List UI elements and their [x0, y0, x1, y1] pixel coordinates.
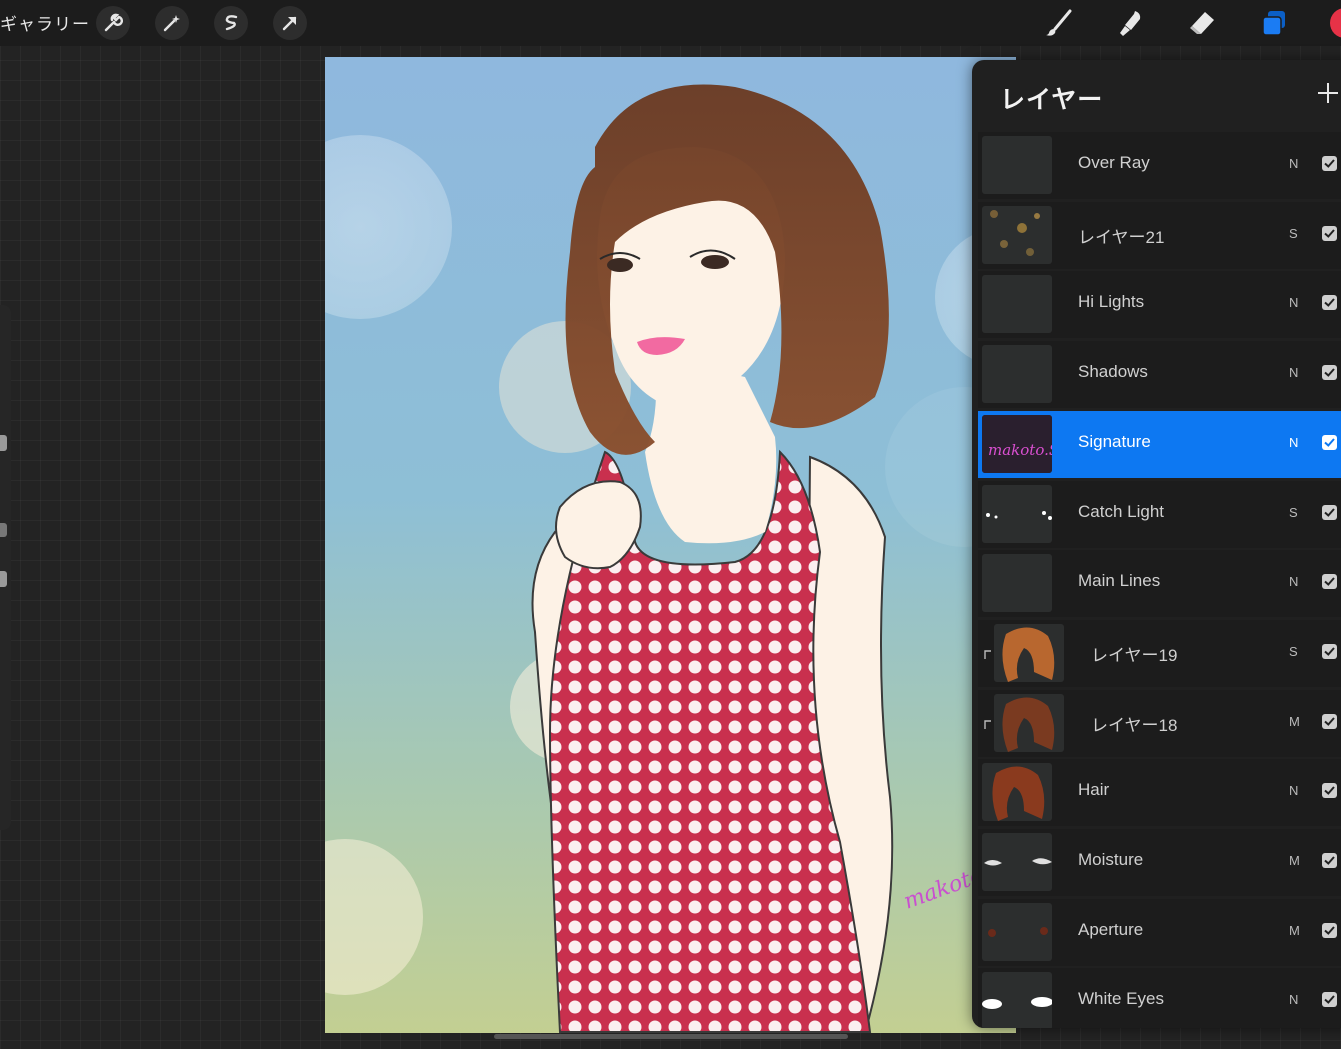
layers-panel: レイヤー Over Ray N レイヤー21 S Hi Lights N Shadows Nm…	[972, 60, 1341, 1028]
top-toolbar: ギャラリー	[0, 0, 1341, 46]
visibility-checkbox[interactable]	[1322, 225, 1337, 241]
layer-thumbnail[interactable]	[982, 833, 1052, 891]
layer-thumbnail[interactable]	[982, 902, 1052, 961]
layer-thumbnail[interactable]	[982, 763, 1052, 822]
layer-name: Shadows	[1078, 362, 1148, 382]
blend-mode-button[interactable]: N	[1289, 574, 1298, 589]
visibility-checkbox[interactable]	[1322, 295, 1337, 311]
color-picker-button[interactable]	[1330, 8, 1341, 38]
clip-mask-icon	[983, 645, 992, 659]
layer-thumbnail[interactable]	[994, 623, 1064, 682]
layer-thumbnail[interactable]: makoto.S	[982, 414, 1052, 473]
layer-name: Over Ray	[1078, 153, 1150, 172]
wrench-icon[interactable]	[96, 6, 130, 40]
layer-thumbnail[interactable]	[982, 275, 1052, 334]
eraser-icon[interactable]	[1184, 6, 1220, 40]
blend-mode-button[interactable]: S	[1289, 226, 1298, 241]
artwork-illustration: makoto	[325, 57, 1016, 1033]
gallery-button[interactable]: ギャラリー	[0, 10, 90, 35]
layer-row[interactable]: Main Lines N	[978, 550, 1341, 618]
visibility-checkbox[interactable]	[1322, 783, 1337, 799]
brush-size-slider[interactable]	[0, 305, 11, 830]
visibility-checkbox[interactable]	[1322, 922, 1337, 938]
layer-row[interactable]: Hi Lights N	[978, 271, 1341, 339]
layers-panel-title: レイヤー	[1000, 85, 1104, 114]
blend-mode-button[interactable]: N	[1289, 295, 1298, 310]
layer-row[interactable]: makoto.S Signature N	[978, 410, 1341, 478]
layer-name: Moisture	[1078, 850, 1144, 869]
magic-wand-icon[interactable]	[155, 6, 189, 40]
layer-name: Main Lines	[1078, 571, 1161, 591]
layer-row[interactable]: Moisture M	[978, 829, 1341, 896]
layer-row[interactable]: Catch Light S	[978, 480, 1341, 548]
blend-mode-button[interactable]: M	[1289, 853, 1300, 868]
drawing-canvas[interactable]: makoto	[325, 57, 1016, 1033]
visibility-checkbox[interactable]	[1322, 156, 1337, 171]
blend-mode-button[interactable]: S	[1289, 505, 1298, 520]
layer-name: レイヤー21	[1078, 227, 1165, 247]
blend-mode-button[interactable]: S	[1289, 644, 1298, 659]
layer-thumbnail[interactable]	[982, 136, 1052, 194]
brush-size-knob[interactable]	[0, 435, 7, 451]
layer-thumbnail[interactable]	[982, 205, 1052, 264]
layer-row[interactable]: レイヤー18 M	[978, 689, 1341, 757]
transform-arrow-icon[interactable]	[273, 6, 307, 40]
layer-row[interactable]: White Eyes N	[978, 968, 1341, 1028]
layer-row[interactable]: Aperture M	[978, 898, 1341, 966]
layer-name: Signature	[1078, 431, 1151, 451]
visibility-checkbox[interactable]	[1322, 574, 1337, 590]
blend-mode-button[interactable]: N	[1289, 365, 1298, 380]
visibility-checkbox[interactable]	[1322, 434, 1337, 450]
visibility-checkbox[interactable]	[1322, 365, 1337, 381]
visibility-checkbox[interactable]	[1322, 504, 1337, 520]
layer-name: レイヤー18	[1091, 715, 1178, 735]
layer-name: Aperture	[1078, 919, 1144, 939]
blend-mode-button[interactable]: N	[1289, 435, 1298, 450]
opacity-knob[interactable]	[0, 571, 7, 587]
visibility-checkbox[interactable]	[1322, 713, 1337, 729]
layer-row[interactable]: レイヤー19 S	[978, 619, 1341, 687]
blend-mode-button[interactable]: M	[1289, 923, 1300, 938]
layer-name: レイヤー19	[1091, 645, 1178, 665]
layer-row[interactable]: Shadows N	[978, 341, 1341, 409]
selection-icon[interactable]	[214, 6, 248, 40]
layer-name: White Eyes	[1078, 989, 1164, 1009]
blend-mode-button[interactable]: N	[1289, 156, 1298, 171]
blend-mode-button[interactable]: M	[1289, 714, 1300, 729]
plus-icon[interactable]	[1317, 82, 1339, 108]
brush-icon[interactable]	[1041, 6, 1077, 40]
visibility-checkbox[interactable]	[1322, 992, 1337, 1008]
layer-name: Hi Lights	[1078, 292, 1145, 312]
modify-button[interactable]	[0, 523, 7, 537]
svg-text:makoto.S: makoto.S	[988, 441, 1052, 459]
visibility-checkbox[interactable]	[1322, 643, 1337, 659]
layer-thumbnail[interactable]	[982, 345, 1052, 404]
canvas-scroll-indicator	[494, 1034, 848, 1039]
blend-mode-button[interactable]: N	[1289, 783, 1298, 798]
layer-name: Catch Light	[1078, 501, 1164, 521]
layer-row[interactable]: レイヤー21 S	[978, 201, 1341, 269]
layer-thumbnail[interactable]	[982, 554, 1052, 613]
layers-icon[interactable]	[1256, 6, 1292, 40]
layer-thumbnail[interactable]	[982, 972, 1052, 1028]
layer-thumbnail[interactable]	[994, 693, 1064, 752]
smudge-icon[interactable]	[1112, 6, 1148, 40]
layer-row[interactable]: Hair N	[978, 759, 1341, 827]
visibility-checkbox[interactable]	[1322, 853, 1337, 868]
layer-thumbnail[interactable]	[982, 484, 1052, 543]
blend-mode-button[interactable]: N	[1289, 992, 1298, 1007]
layer-row[interactable]: Over Ray N	[978, 132, 1341, 199]
layer-name: Hair	[1078, 780, 1110, 800]
clip-mask-icon	[983, 715, 992, 729]
